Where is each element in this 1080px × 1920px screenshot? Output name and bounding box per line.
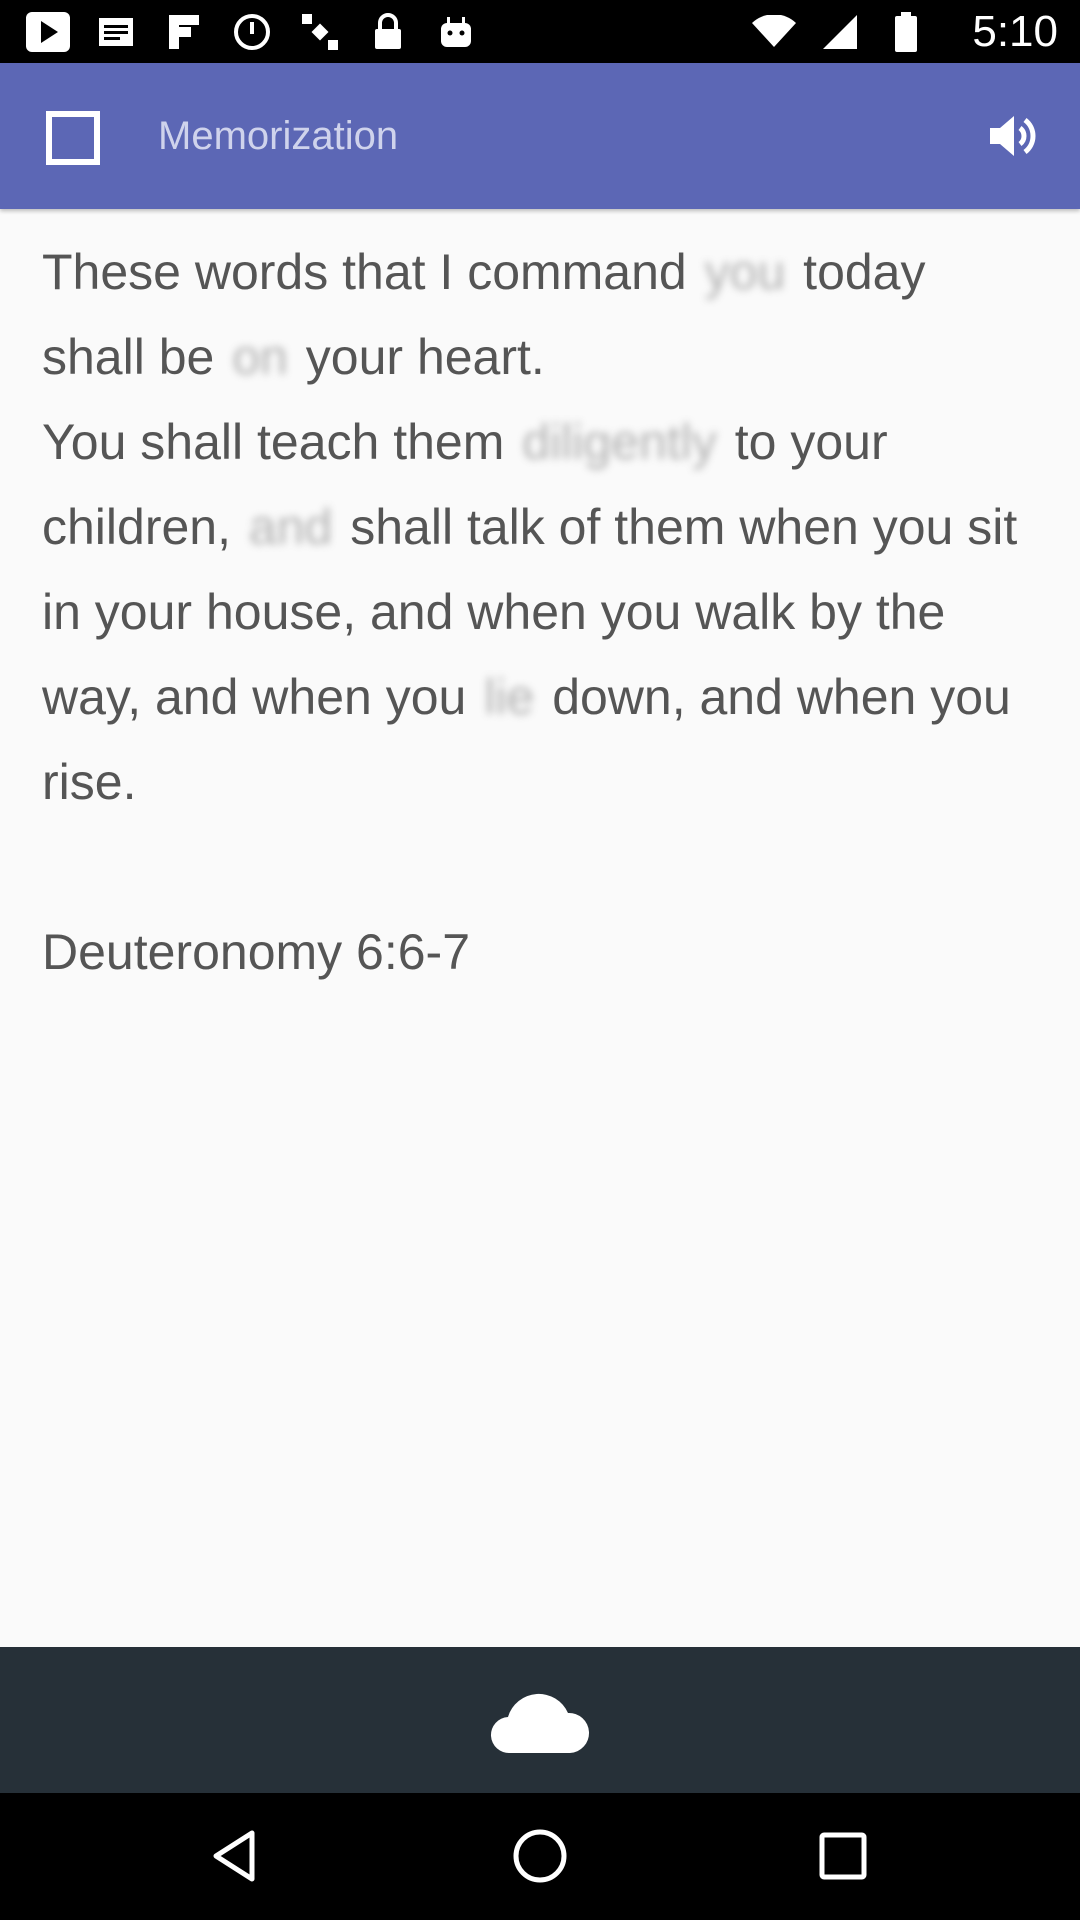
- lock-icon: [364, 8, 412, 56]
- bottom-action-bar: [0, 1647, 1080, 1793]
- email-icon: [92, 8, 140, 56]
- hidden-word[interactable]: and: [249, 485, 332, 570]
- hidden-word[interactable]: lie: [484, 655, 534, 740]
- home-icon[interactable]: [507, 1823, 573, 1889]
- verse-segment: These words that I command: [42, 244, 687, 300]
- system-icons: [750, 8, 930, 56]
- recents-icon[interactable]: [810, 1823, 876, 1889]
- verse-text: These words that I command you today sha…: [42, 230, 1042, 825]
- square-icon[interactable]: [46, 111, 100, 165]
- fake-gps-icon: [228, 8, 276, 56]
- verse-reference: Deuteronomy 6:6-7: [42, 924, 471, 980]
- hidden-word[interactable]: on: [232, 315, 288, 400]
- signal-icon: [816, 8, 864, 56]
- play-store-icon: [24, 8, 72, 56]
- battery-icon: [882, 8, 930, 56]
- verse-segment: your heart.: [305, 329, 545, 385]
- verse-paragraph: You shall teach them diligently to your …: [42, 400, 1042, 825]
- page-title: Memorization: [158, 114, 399, 158]
- speaker-icon[interactable]: [984, 106, 1044, 166]
- cloud-icon[interactable]: [490, 1689, 590, 1755]
- app-bar: Memorization: [0, 63, 1080, 209]
- wifi-icon: [750, 8, 798, 56]
- flipboard-icon: [160, 8, 208, 56]
- android-icon: [432, 8, 480, 56]
- verse-content: These words that I command you today sha…: [42, 230, 1042, 1045]
- clock: 5:10: [972, 7, 1058, 56]
- verse-paragraph: These words that I command you today sha…: [42, 230, 1042, 400]
- satellite-icon: [296, 8, 344, 56]
- navigation-bar: [0, 1793, 1080, 1920]
- verse-segment: You shall teach them: [42, 414, 505, 470]
- notification-icons: [24, 8, 480, 56]
- status-bar: 5:10: [0, 0, 1080, 63]
- back-icon[interactable]: [204, 1823, 270, 1889]
- hidden-word[interactable]: diligently: [522, 400, 717, 485]
- hidden-word[interactable]: you: [705, 230, 786, 315]
